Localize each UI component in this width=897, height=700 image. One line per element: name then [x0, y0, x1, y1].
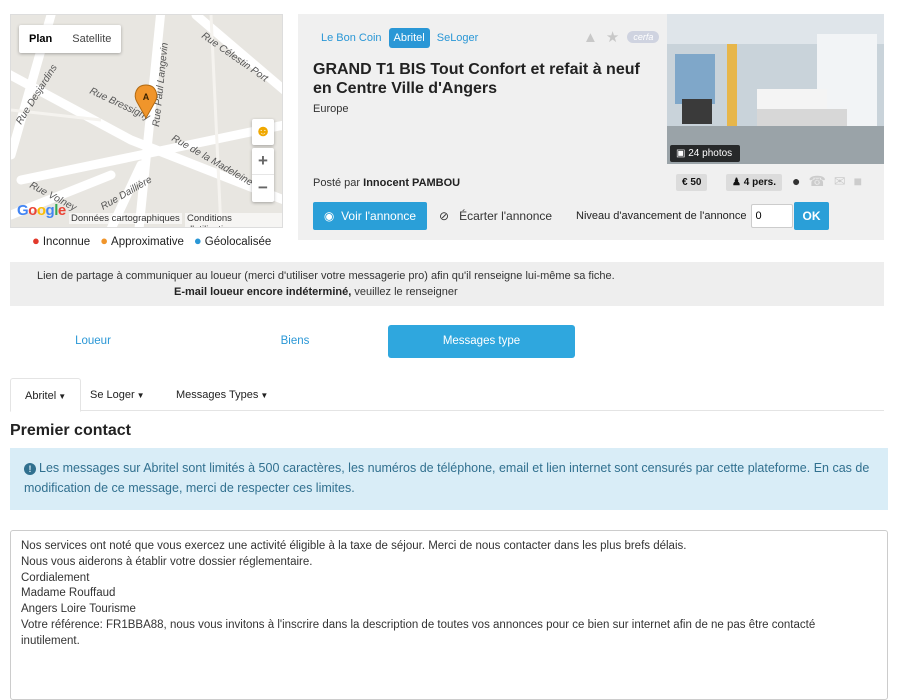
owner-email-status: E-mail loueur encore indéterminé, veuill… — [174, 286, 458, 298]
map-pin-icon: ● — [193, 233, 202, 248]
info-text: Les messages sur Abritel sont limités à … — [24, 461, 870, 495]
listing-card: Le Bon Coin Abritel SeLoger ▲ ★ cerfa GR… — [298, 14, 884, 240]
contact-icons: ● ☎ ✉ ■ — [792, 173, 862, 190]
source-seloger[interactable]: SeLoger — [432, 28, 484, 48]
subnav-messages-types-dropdown[interactable]: Messages Types ▼ — [162, 378, 282, 412]
google-logo: Google — [17, 202, 66, 219]
legend-item-approximate: ● Approximative — [100, 233, 184, 248]
caret-down-icon: ▼ — [136, 391, 145, 400]
cerfa-badge[interactable]: cerfa — [627, 31, 660, 43]
legend-item-unknown: ● Inconnue — [32, 233, 91, 248]
listing-actions: ▲ ★ cerfa — [583, 28, 660, 46]
listing-sources: Le Bon Coin Abritel SeLoger — [316, 28, 483, 48]
view-listing-button[interactable]: ◉ Voir l'annonce — [313, 202, 427, 230]
mail-icon[interactable]: ✉ — [834, 173, 846, 190]
star-icon[interactable]: ★ — [606, 28, 619, 46]
section-title: Premier contact — [10, 422, 131, 439]
eye-icon: ◉ — [323, 209, 335, 223]
map-data-credit[interactable]: Données cartographiques — [69, 213, 182, 224]
progress-control: Niveau d'avancement de l'annonce % — [576, 202, 806, 230]
thumbs-up-icon[interactable]: ▲ — [583, 29, 598, 46]
dismiss-listing-button[interactable]: ⊘ Écarter l'annonce — [439, 202, 552, 230]
price-badge: € 50 — [676, 174, 708, 191]
ban-icon: ⊘ — [439, 209, 450, 223]
photo-count[interactable]: ▣ 24 photos — [670, 145, 741, 162]
subnav-abritel-dropdown[interactable]: Abritel ▼ — [10, 378, 82, 412]
tab-loueur[interactable]: Loueur — [18, 325, 168, 358]
map-type-plan[interactable]: Plan — [19, 25, 62, 53]
share-instructions: Lien de partage à communiquer au loueur … — [37, 270, 615, 282]
tab-biens[interactable]: Biens — [202, 325, 388, 358]
listing-photo[interactable]: ▣ 24 photos — [667, 14, 884, 164]
svg-text:A: A — [143, 92, 150, 102]
listing-poster: Posté par Innocent PAMBOU — [313, 177, 461, 189]
image-icon: ▣ — [676, 148, 686, 159]
listing-region: Europe — [313, 103, 349, 115]
map-type-control[interactable]: Plan Satellite — [19, 25, 122, 53]
location-pin-icon[interactable]: ● — [792, 173, 800, 190]
legend-item-geolocated: ● Géolocalisée — [193, 233, 272, 248]
subnav-seloger-dropdown[interactable]: Se Loger ▼ — [76, 378, 159, 412]
info-icon: ! — [24, 463, 36, 475]
progress-input[interactable] — [750, 204, 793, 228]
source-abritel[interactable]: Abritel — [388, 28, 430, 48]
listing-title: GRAND T1 BIS Tout Confort et refait à ne… — [313, 61, 640, 97]
user-icon: ♟ — [732, 177, 741, 188]
phone-icon[interactable]: ☎ — [808, 173, 825, 190]
progress-label: Niveau d'avancement de l'annonce — [576, 210, 747, 222]
map-pin-icon: ● — [100, 233, 109, 248]
caret-down-icon: ▼ — [58, 392, 67, 401]
persons-badge: ♟ 4 pers. — [726, 174, 782, 191]
map-type-satellite[interactable]: Satellite — [62, 25, 121, 53]
message-textarea[interactable]: Nos services ont noté que vous exercez u… — [10, 530, 888, 700]
zoom-control[interactable]: + − — [252, 148, 274, 202]
geolocation-legend: ● Inconnue ● Approximative ● Géolocalisée — [32, 233, 271, 248]
share-link-banner: Lien de partage à communiquer au loueur … — [10, 262, 884, 306]
ok-button[interactable]: OK — [794, 202, 829, 230]
street-view-pegman-icon[interactable]: ☻ — [252, 119, 274, 145]
info-alert: ! Les messages sur Abritel sont limités à… — [10, 448, 888, 510]
tab-messages-type[interactable]: Messages type — [388, 325, 575, 358]
poster-name: Innocent PAMBOU — [363, 177, 461, 189]
zoom-in-button[interactable]: + — [252, 148, 274, 175]
source-leboncoin[interactable]: Le Bon Coin — [316, 28, 387, 48]
caret-down-icon: ▼ — [260, 391, 269, 400]
map-pin-icon: ● — [32, 233, 40, 248]
zoom-out-button[interactable]: − — [252, 175, 274, 202]
message-source-nav: Abritel ▼ Se Loger ▼ Messages Types ▼ — [10, 378, 884, 412]
map[interactable]: Rue Desjardins Rue Bressigny Rue Paul La… — [10, 14, 283, 228]
map-terms-link[interactable]: Conditions d'utilisation — [185, 213, 282, 227]
chat-icon[interactable]: ■ — [854, 173, 862, 190]
apartment-photo — [667, 14, 884, 164]
